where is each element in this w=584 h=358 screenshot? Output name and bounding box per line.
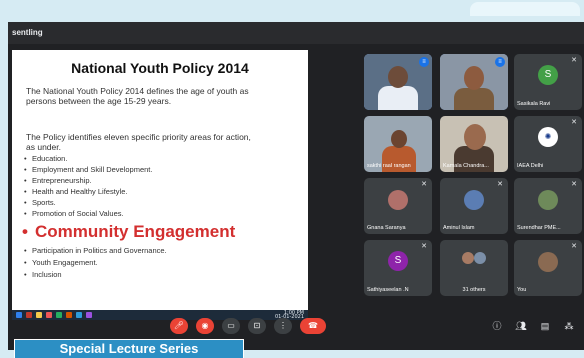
slide-bullet: • Youth Engagement. [24,258,98,267]
meeting-window: sentling National Youth Policy 2014 The … [8,22,584,350]
present-button[interactable]: ⊡ [248,318,266,334]
participant-name: Aminul Islam [443,225,475,231]
participant-name: You [517,287,527,293]
captions-button[interactable]: ▭ [222,318,240,334]
mic-off-icon: ✕ [571,243,577,250]
mic-off-icon: 🎤︎ [173,321,185,330]
decor-pill [470,2,580,16]
camera-toggle-button[interactable]: ◉ [196,318,214,334]
slide-bullet: • Entrepreneurship. [24,176,92,185]
slide-title: National Youth Policy 2014 [71,60,249,76]
participant-tile[interactable]: S ✕ Sasikala Ravi [514,54,582,110]
avatar [388,190,408,210]
avatar [462,252,474,264]
app-icon [56,312,62,318]
avatar [538,252,558,272]
participant-tile[interactable]: S ✕ Sathiyaseelan .N [364,240,432,296]
mic-off-icon: ✕ [421,243,427,250]
slide-bullet: • Employment and Skill Development. [24,165,153,174]
chat-icon[interactable]: ▤ [538,319,552,333]
app-icon [86,312,92,318]
participant-tile[interactable]: ✕ Gnana Saranya [364,178,432,234]
participant-tile[interactable]: sakthi raal rangan [364,116,432,172]
participant-name: Gnana Saranya [367,225,406,231]
participant-tile[interactable]: ✕ Surendhar PME... [514,178,582,234]
camera-off-icon: ◉ [201,321,209,330]
browser-icon [76,312,82,318]
participant-name: Sathiyaseelan .N [367,287,409,293]
participant-tile[interactable]: Kamala Chandra... [440,116,508,172]
organization-logo-icon: ✺ [538,127,558,147]
end-call-button[interactable]: ☎ [300,318,326,334]
avatar: S [538,65,558,85]
slide-bullet: • Education. [24,154,68,163]
participant-tile[interactable]: ≡ [364,54,432,110]
folder-icon [36,312,42,318]
participant-name: Kamala Chandra... [443,163,489,169]
participant-name: 31 others [462,287,486,293]
slide-bullet: • Promotion of Social Values. [24,209,124,218]
captions-icon: ▭ [227,321,235,330]
activities-icon[interactable]: ⁂ [562,319,576,333]
participant-tile-self[interactable]: ✕ You [514,240,582,296]
participant-name: Sasikala Ravi [517,101,551,107]
mic-toggle-button[interactable]: 🎤︎ [170,318,188,334]
participant-tile-others[interactable]: 31 others [440,240,508,296]
slide-intro: The Policy identifies eleven specific pr… [26,132,251,152]
mic-off-icon: ✕ [421,181,427,188]
avatar [538,190,558,210]
caption-text: Special Lecture Series [59,341,199,356]
app-icon [46,312,52,318]
participant-name: IAEA Delhi [517,163,544,169]
participant-tile[interactable]: ✕ Aminul Islam [440,178,508,234]
app-icon [26,312,32,318]
participant-name: Surendhar PME... [517,225,561,231]
present-icon: ⊡ [253,321,261,330]
presentation-slide: National Youth Policy 2014 The National … [12,50,308,310]
powerpoint-icon [66,312,72,318]
slide-subtitle: The National Youth Policy 2014 defines t… [26,86,249,106]
avatar [464,190,484,210]
people-icon[interactable]: 👥︎ [514,319,528,333]
mic-off-icon: ✕ [571,57,577,64]
slide-highlight: • Community Engagement [22,222,236,241]
mic-off-icon: ✕ [571,181,577,188]
participant-tile[interactable]: ✺ ✕ IAEA Delhi [514,116,582,172]
participant-tile[interactable]: ≡ [440,54,508,110]
windows-start-icon [16,312,22,318]
avatar: S [388,251,408,271]
speaking-icon: ≡ [419,57,429,67]
meeting-header: sentling [8,22,584,44]
slide-bullet: • Sports. [24,198,56,207]
slide-bullet: • Participation in Politics and Governanc… [24,246,167,255]
mic-off-icon: ✕ [571,119,577,126]
slide-bullet: • Inclusion [24,270,62,279]
end-call-icon: ☎ [308,321,318,330]
participant-name: sakthi raal rangan [367,163,411,169]
speaking-icon: ≡ [495,57,505,67]
page-frame: sentling National Youth Policy 2014 The … [0,0,584,358]
presenting-label: sentling [12,28,43,37]
slide-bullet: • Health and Healthy Lifestyle. [24,187,128,196]
more-options-button[interactable]: ⋮ [274,318,292,334]
more-icon: ⋮ [279,321,287,330]
info-icon[interactable]: ⓘ [490,319,504,333]
avatar [474,252,486,264]
caption-banner: Special Lecture Series [14,339,244,358]
mic-off-icon: ✕ [497,181,503,188]
